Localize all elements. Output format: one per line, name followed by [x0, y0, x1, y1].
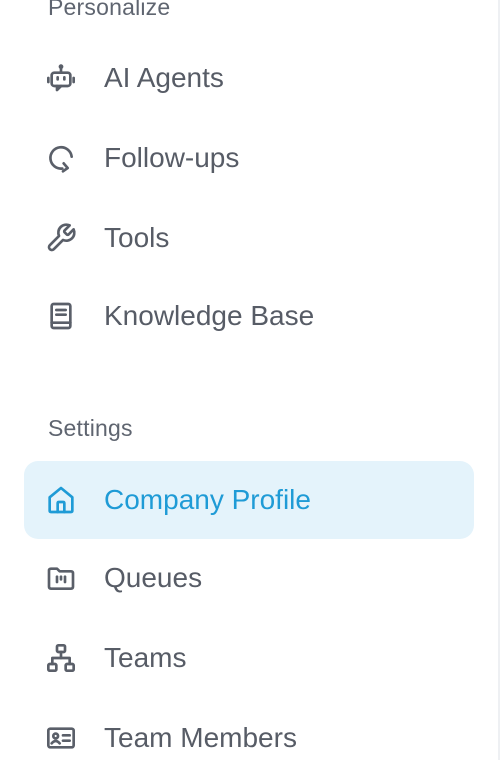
folder-icon — [44, 561, 78, 595]
home-icon — [44, 483, 78, 517]
sidebar-item-label: Queues — [104, 562, 203, 593]
org-chart-icon — [44, 641, 78, 675]
sidebar-item-tools[interactable]: Tools — [24, 199, 474, 277]
sidebar-item-label: Follow-ups — [104, 142, 240, 173]
sidebar-item-company-profile[interactable]: Company Profile — [24, 461, 474, 539]
sidebar-item-follow-ups[interactable]: Follow-ups — [24, 119, 474, 197]
sidebar-item-knowledge-base[interactable]: Knowledge Base — [24, 277, 474, 355]
sidebar-item-label: Company Profile — [104, 484, 311, 515]
section-label-settings: Settings — [48, 415, 133, 441]
sidebar-item-team-members[interactable]: Team Members — [24, 699, 474, 760]
id-card-icon — [44, 721, 78, 755]
sidebar-item-teams[interactable]: Teams — [24, 619, 474, 697]
sidebar-item-label: Team Members — [104, 722, 297, 753]
sidebar-item-label: AI Agents — [104, 62, 224, 93]
sidebar-item-label: Tools — [104, 222, 170, 253]
sidebar-item-label: Teams — [104, 642, 187, 673]
sidebar-item-label: Knowledge Base — [104, 300, 315, 331]
sidebar-item-ai-agents[interactable]: AI Agents — [24, 39, 474, 117]
refresh-arrow-icon — [44, 141, 78, 175]
sidebar: Personalize AI Agents Follow-ups Tools K… — [0, 0, 500, 760]
section-label-personalize: Personalize — [48, 0, 171, 20]
book-icon — [44, 299, 78, 333]
wrench-icon — [44, 221, 78, 255]
robot-icon — [44, 61, 78, 95]
sidebar-item-queues[interactable]: Queues — [24, 539, 474, 617]
